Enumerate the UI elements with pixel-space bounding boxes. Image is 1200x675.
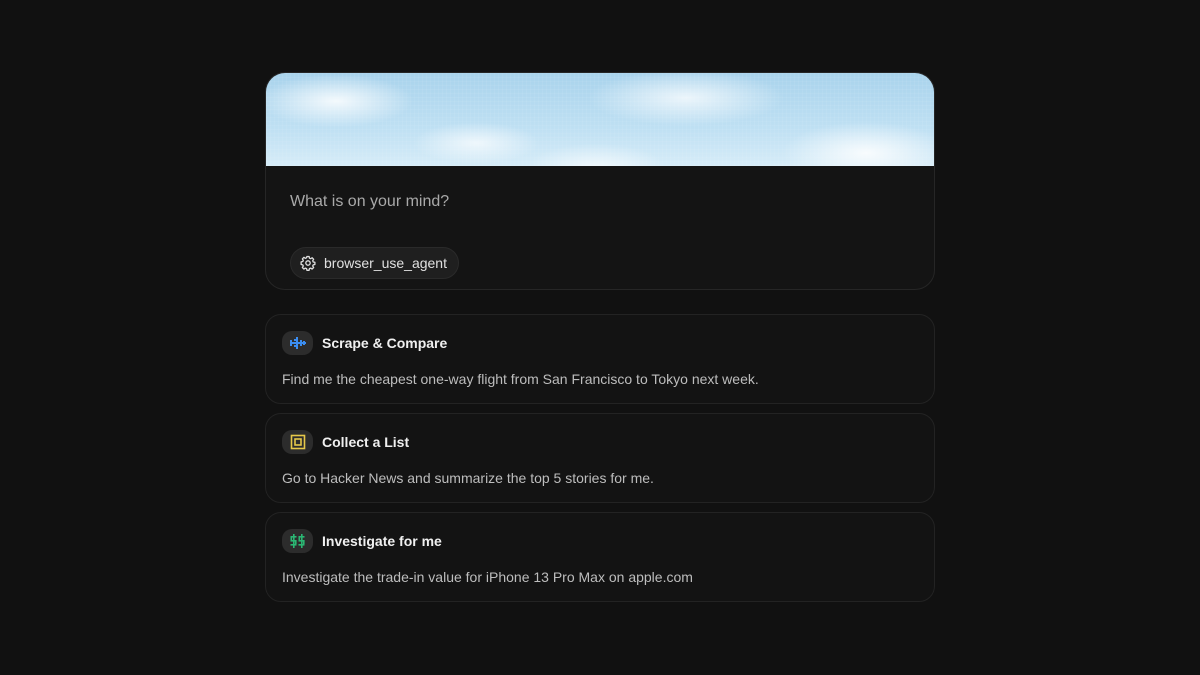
suggestion-description: Investigate the trade-in value for iPhon… (282, 569, 693, 585)
suggestion-card-collect-list[interactable]: Collect a List Go to Hacker News and sum… (265, 413, 935, 503)
list-frame-icon (282, 430, 313, 454)
gear-icon (300, 255, 316, 271)
prompt-input[interactable]: What is on your mind? (290, 193, 449, 211)
suggestion-title: Collect a List (322, 434, 410, 450)
suggestion-list: Scrape & Compare Find me the cheapest on… (265, 314, 935, 602)
suggestion-description: Find me the cheapest one-way flight from… (282, 371, 759, 387)
suggestion-title: Scrape & Compare (322, 335, 448, 351)
agent-selector-chip[interactable]: browser_use_agent (290, 247, 459, 279)
prompt-composer[interactable]: What is on your mind? browser_use_agent (265, 72, 935, 290)
suggestion-description: Go to Hacker News and summarize the top … (282, 470, 654, 486)
main-container: What is on your mind? browser_use_agent (265, 72, 935, 602)
dollar-icon (282, 529, 313, 553)
sky-banner-image (266, 73, 934, 166)
agent-chip-label: browser_use_agent (324, 255, 447, 271)
airplane-icon (282, 331, 313, 355)
suggestion-title: Investigate for me (322, 533, 442, 549)
suggestion-card-scrape-compare[interactable]: Scrape & Compare Find me the cheapest on… (265, 314, 935, 404)
suggestion-card-investigate[interactable]: Investigate for me Investigate the trade… (265, 512, 935, 602)
